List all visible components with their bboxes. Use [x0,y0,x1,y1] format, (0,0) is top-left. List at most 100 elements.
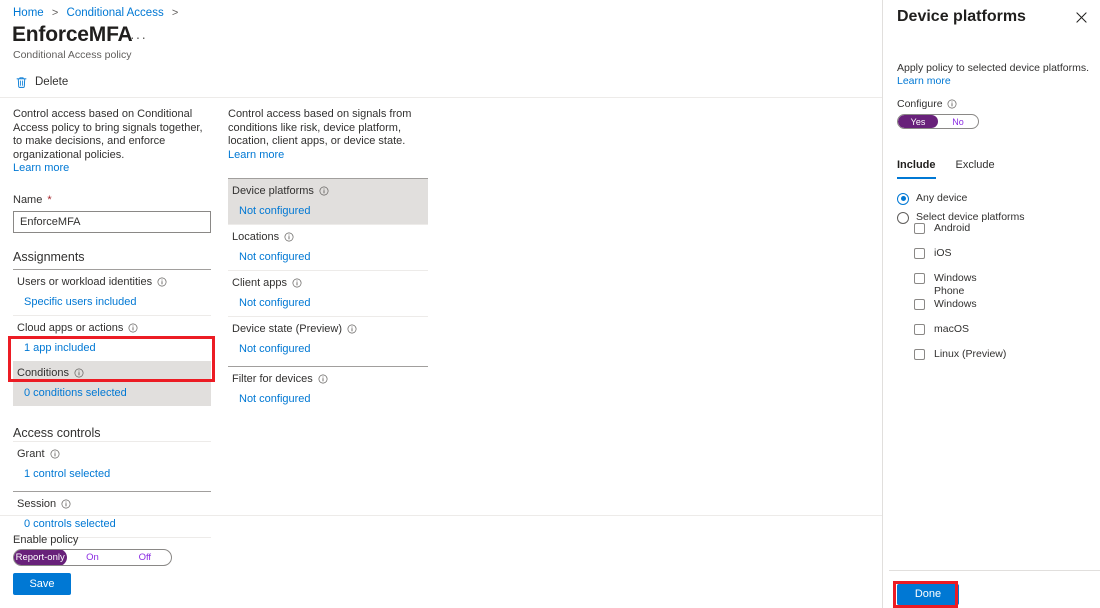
session-row-value[interactable]: 0 controls selected [17,517,207,531]
conditions-row-label-wrap: Conditions [17,366,207,380]
device-platforms-panel: Device platforms Apply policy to selecte… [882,0,1100,608]
conditions-row-value[interactable]: 0 conditions selected [17,386,207,400]
configure-option-yes[interactable]: Yes [898,115,938,128]
checkbox-macos[interactable]: macOS [897,323,1097,348]
checkbox-ios[interactable]: iOS [897,247,1097,272]
info-icon[interactable] [284,230,294,244]
condition-row-device-state[interactable]: Device state (Preview) Not configured [228,317,428,362]
assignments-heading: Assignments [13,249,211,265]
grant-row[interactable]: Grant 1 control selected [13,442,211,487]
radio-mark-any-device [897,193,909,205]
session-row-label: Session [17,497,56,511]
device-state-label: Device state (Preview) [232,322,342,336]
info-icon[interactable] [128,321,138,335]
client-apps-label: Client apps [232,276,287,290]
enable-policy-toggle[interactable]: Report-only On Off [13,549,172,566]
left-learn-more-link[interactable]: Learn more [13,162,211,176]
main-content-area: Home > Conditional Access > EnforceMFA ·… [0,0,882,608]
breadcrumb-separator-2: > [172,7,178,19]
configure-label-text: Configure [897,98,943,111]
grant-row-label-wrap: Grant [17,447,207,461]
grant-row-value[interactable]: 1 control selected [17,467,207,481]
save-button[interactable]: Save [13,573,71,595]
info-icon[interactable] [61,497,71,511]
enable-policy-option-report-only[interactable]: Report-only [14,550,66,565]
checkbox-mark-macos [914,324,925,335]
device-platforms-label-wrap: Device platforms [232,184,424,198]
left-column-description: Control access based on Conditional Acce… [13,108,211,176]
panel-description: Apply policy to selected device platform… [897,62,1089,88]
client-apps-value[interactable]: Not configured [232,296,424,310]
configure-option-no[interactable]: No [938,115,978,128]
device-state-label-wrap: Device state (Preview) [232,322,424,336]
condition-row-client-apps[interactable]: Client apps Not configured [228,271,428,316]
condition-row-device-platforms[interactable]: Device platforms Not configured [228,179,428,224]
cloudapps-row-label: Cloud apps or actions [17,321,123,335]
info-icon[interactable] [947,98,957,111]
name-label-text: Name [13,193,42,207]
cloudapps-row-value[interactable]: 1 app included [17,341,207,355]
info-icon[interactable] [292,276,302,290]
checkbox-mark-ios [914,248,925,259]
info-icon[interactable] [50,447,60,461]
name-input[interactable] [13,211,211,233]
device-platforms-label: Device platforms [232,184,314,198]
checkbox-label-ios: iOS [934,247,952,260]
cloud-apps-or-actions-row[interactable]: Cloud apps or actions 1 app included [13,316,211,361]
checkbox-windows[interactable]: Windows [897,298,1097,323]
breadcrumb-separator: > [52,7,58,19]
device-platform-checkbox-list: Android iOS Windows Phone Windows macOS … [897,222,1097,373]
access-controls-heading: Access controls [13,425,211,441]
enable-policy-option-off[interactable]: Off [119,550,171,565]
breadcrumb-item-conditional-access[interactable]: Conditional Access [67,7,164,19]
delete-button[interactable]: Delete [13,74,70,90]
users-row-value[interactable]: Specific users included [17,295,207,309]
info-icon[interactable] [318,372,328,386]
checkbox-linux-preview[interactable]: Linux (Preview) [897,348,1097,373]
policy-left-column: Control access based on Conditional Acce… [13,108,211,538]
more-options-icon[interactable]: ··· [130,30,147,44]
device-state-value[interactable]: Not configured [232,342,424,356]
conditions-middle-column: Control access based on signals from con… [228,108,428,412]
condition-row-filter-for-devices[interactable]: Filter for devices Not configured [228,367,428,412]
left-description-text: Control access based on Conditional Acce… [13,108,203,161]
done-button[interactable]: Done [897,584,959,605]
users-row-label: Users or workload identities [17,275,152,289]
grant-row-label: Grant [17,447,45,461]
checkbox-mark-windows-phone [914,273,925,284]
panel-learn-more-link[interactable]: Learn more [897,75,1089,88]
info-icon[interactable] [319,184,329,198]
condition-row-locations[interactable]: Locations Not configured [228,225,428,270]
configure-toggle[interactable]: Yes No [897,114,979,129]
checkbox-windows-phone[interactable]: Windows Phone [897,272,1097,298]
app-root: Home > Conditional Access > EnforceMFA ·… [0,0,1100,608]
users-or-workload-identities-row[interactable]: Users or workload identities Specific us… [13,270,211,315]
middle-learn-more-link[interactable]: Learn more [228,149,284,161]
middle-description-text: Control access based on signals from con… [228,108,411,147]
filter-devices-value[interactable]: Not configured [232,392,424,406]
checkbox-label-windows-phone: Windows Phone [934,272,989,298]
tab-include[interactable]: Include [897,158,936,179]
info-icon[interactable] [347,322,357,336]
breadcrumb-item-home[interactable]: Home [13,7,44,19]
enable-policy-option-on[interactable]: On [66,550,118,565]
tab-exclude[interactable]: Exclude [956,158,995,179]
radio-any-device[interactable]: Any device [897,189,1097,208]
close-icon[interactable] [1073,9,1089,25]
page-title: EnforceMFA [12,22,133,48]
required-marker: * [47,193,51,207]
panel-footer-divider [889,570,1100,571]
locations-value[interactable]: Not configured [232,250,424,264]
checkbox-label-android: Android [934,222,970,235]
trash-icon [15,76,28,89]
command-bar: Delete [13,72,70,92]
conditions-row[interactable]: Conditions 0 conditions selected [13,361,211,406]
breadcrumb: Home > Conditional Access > [13,6,183,20]
device-platforms-value[interactable]: Not configured [232,204,424,218]
checkbox-mark-android [914,223,925,234]
conditions-row-label: Conditions [17,366,69,380]
info-icon[interactable] [157,275,167,289]
info-icon[interactable] [74,366,84,380]
checkbox-android[interactable]: Android [897,222,1097,247]
session-row[interactable]: Session 0 controls selected [13,492,211,537]
